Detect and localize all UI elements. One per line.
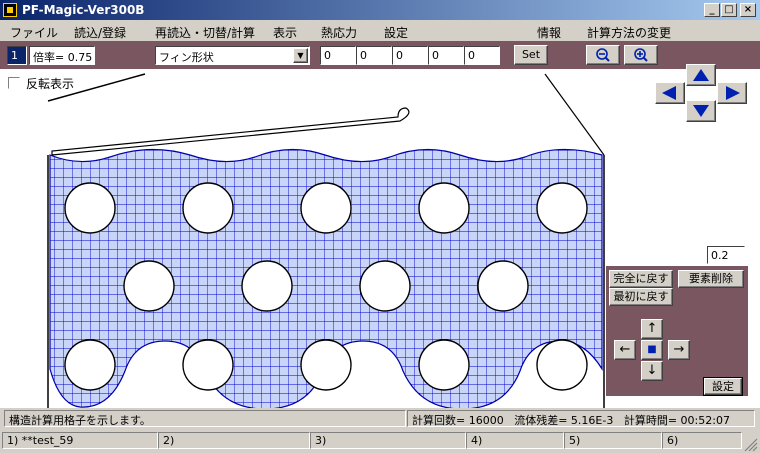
file-tab-3[interactable]: 3) bbox=[310, 432, 466, 449]
calc-count: 計算回数= 16000 bbox=[412, 414, 504, 427]
status-calc-info: 計算回数= 16000 流体残差= 5.16E-3 計算時間= 00:52:07 bbox=[407, 410, 755, 427]
calc-time: 計算時間= 00:52:07 bbox=[623, 414, 730, 427]
nudge-left-button[interactable]: ← bbox=[614, 340, 636, 360]
file-tab-bar: 1) **test_59 2) 3) 4) 5) 6) bbox=[0, 430, 760, 453]
zoom-out-button[interactable] bbox=[586, 45, 620, 65]
menu-reload-calc[interactable]: 再読込・切替/計算 bbox=[155, 24, 255, 41]
outline-line-right bbox=[544, 73, 605, 156]
index-field[interactable]: 1 bbox=[7, 46, 27, 65]
file-tab-1[interactable]: 1) **test_59 bbox=[2, 432, 158, 449]
maximize-button[interactable]: □ bbox=[721, 3, 737, 17]
menu-bar: ファイル 読込/登録 再読込・切替/計算 表示 熱応力 設定 情報 計算方法の変… bbox=[0, 20, 760, 41]
invert-checkbox[interactable] bbox=[8, 77, 20, 89]
pan-down-button[interactable] bbox=[686, 100, 716, 122]
nudge-up-button[interactable]: ↑ bbox=[641, 319, 663, 339]
nudge-down-button[interactable]: ↓ bbox=[641, 361, 663, 381]
invert-label: 反転表示 bbox=[26, 77, 75, 91]
triangle-down-icon bbox=[693, 105, 709, 117]
file-tab-5[interactable]: 5) bbox=[564, 432, 662, 449]
file-tab-4[interactable]: 4) bbox=[466, 432, 564, 449]
close-button[interactable]: × bbox=[740, 3, 756, 17]
title-bar: PF-Magic-Ver300B _ □ × bbox=[0, 0, 760, 20]
reset-all-button[interactable]: 完全に戻す bbox=[609, 270, 673, 288]
file-tab-2[interactable]: 2) bbox=[158, 432, 310, 449]
step-value-field[interactable]: 0.2 bbox=[707, 246, 745, 264]
file-tab-6[interactable]: 6) bbox=[662, 432, 742, 449]
value-field-4[interactable]: 0 bbox=[428, 46, 464, 65]
chevron-down-icon[interactable]: ▼ bbox=[293, 48, 308, 63]
value-field-3[interactable]: 0 bbox=[392, 46, 428, 65]
element-control-panel: 完全に戻す 最初に戻す 要素削除 ↑ ← ■ → ↓ 設定 bbox=[606, 266, 748, 396]
menu-file[interactable]: ファイル bbox=[10, 24, 58, 41]
triangle-right-icon bbox=[726, 86, 740, 100]
minimize-button[interactable]: _ bbox=[704, 3, 720, 17]
toolbar: 1 倍率= 0.75 フィン形状 ▼ 0 0 0 0 0 Set bbox=[0, 41, 760, 69]
nudge-right-button[interactable]: → bbox=[668, 340, 690, 360]
menu-load-register[interactable]: 読込/登録 bbox=[74, 24, 126, 41]
window-title: PF-Magic-Ver300B bbox=[22, 3, 145, 17]
menu-view[interactable]: 表示 bbox=[273, 24, 297, 41]
shape-select[interactable]: フィン形状 ▼ bbox=[155, 46, 310, 65]
value-field-5[interactable]: 0 bbox=[464, 46, 500, 65]
status-message: 構造計算用格子を示します。 bbox=[4, 410, 406, 427]
delete-element-button[interactable]: 要素削除 bbox=[678, 270, 744, 288]
menu-thermal-stress[interactable]: 熱応力 bbox=[321, 24, 357, 41]
app-icon[interactable] bbox=[3, 3, 17, 17]
zoom-in-icon bbox=[634, 48, 648, 62]
zoom-out-icon bbox=[596, 48, 610, 62]
value-field-1[interactable]: 0 bbox=[320, 46, 356, 65]
fluid-residual: 流体残差= 5.16E-3 bbox=[514, 414, 614, 427]
pan-right-button[interactable] bbox=[717, 82, 747, 104]
menu-calc-method[interactable]: 計算方法の変更 bbox=[587, 24, 671, 41]
triangle-left-icon bbox=[662, 86, 676, 100]
fin-plate-outline bbox=[51, 107, 410, 156]
shape-select-value: フィン形状 bbox=[159, 51, 214, 64]
scale-field: 倍率= 0.75 bbox=[29, 46, 95, 65]
status-bar: 構造計算用格子を示します。 計算回数= 16000 流体残差= 5.16E-3 … bbox=[0, 408, 760, 430]
set-button[interactable]: Set bbox=[514, 45, 548, 65]
menu-info[interactable]: 情報 bbox=[537, 24, 561, 41]
menu-settings[interactable]: 設定 bbox=[384, 24, 408, 41]
pan-up-button[interactable] bbox=[686, 64, 716, 86]
triangle-up-icon bbox=[693, 69, 709, 81]
zoom-in-button[interactable] bbox=[624, 45, 658, 65]
reset-first-button[interactable]: 最初に戻す bbox=[609, 288, 673, 306]
pan-left-button[interactable] bbox=[655, 82, 685, 104]
value-field-2[interactable]: 0 bbox=[356, 46, 392, 65]
nudge-center-button[interactable]: ■ bbox=[641, 340, 663, 360]
apply-button[interactable]: 設定 bbox=[703, 377, 743, 396]
resize-grip-icon[interactable] bbox=[744, 438, 758, 452]
